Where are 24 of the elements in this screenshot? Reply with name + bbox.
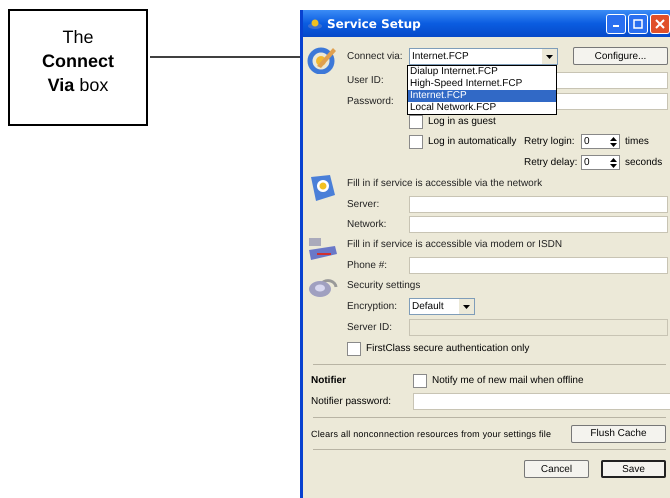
field-label: Password: (347, 96, 395, 107)
field-label: Server: (347, 198, 380, 210)
field-label: Connect via: (347, 50, 404, 62)
field-label: User ID: (347, 75, 385, 86)
field-label: Phone #: (347, 260, 388, 270)
field-label: Retry delay: (524, 157, 578, 168)
field-label: Retry login: (524, 136, 576, 147)
section-heading: Fill in if service is accessible via the network (347, 178, 542, 189)
cache-description: Clears all nonconnection resources from your settings file (311, 428, 552, 438)
window-title: Service Setup (327, 16, 421, 30)
field-label: Network: (347, 218, 388, 230)
field-label: Encryption: (347, 301, 398, 312)
checkbox-label: Log in as guest (428, 116, 496, 127)
unit-label: times (625, 136, 649, 147)
callout-text: The Connect Via box (41, 26, 115, 97)
field-label: Notifier password: (311, 396, 392, 407)
section-heading: Notifier (311, 375, 347, 386)
unit-label: seconds (625, 157, 662, 168)
section-heading: Fill in if service is accessible via modem or ISDN (347, 239, 562, 250)
checkbox-label: Log in automatically (428, 136, 518, 147)
section-heading: Security settings (347, 280, 420, 291)
field-label: Server ID: (347, 322, 394, 333)
checkbox-label: Notify me of new mail when offline (432, 375, 584, 386)
checkbox-label: FirstClass secure authentication only (366, 343, 530, 354)
